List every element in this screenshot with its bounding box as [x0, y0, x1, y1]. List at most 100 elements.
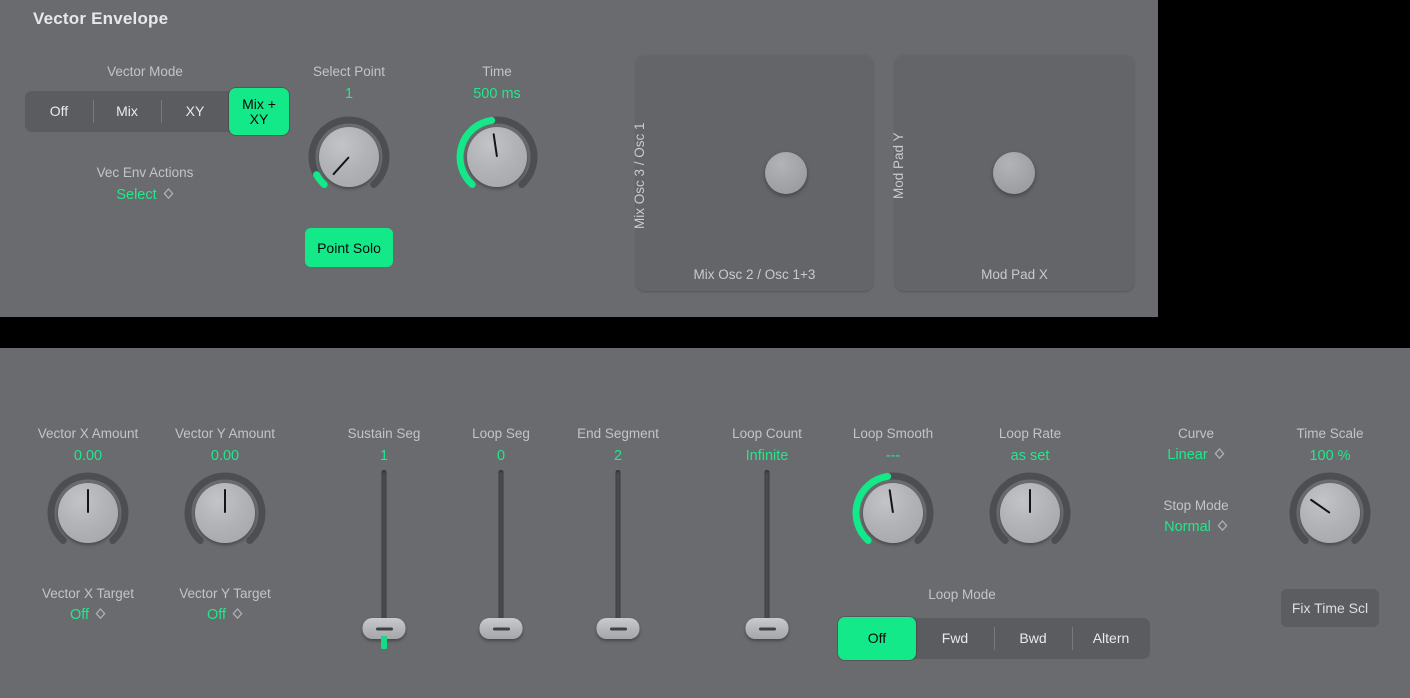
chevron-updown-icon [232, 608, 243, 623]
vec-env-actions-dropdown[interactable]: Select [116, 187, 173, 203]
knob-pointer [1029, 489, 1031, 513]
vector-mode-segmented-control[interactable]: Off Mix XY Mix + XY [25, 91, 289, 132]
vector-x-target-control: Vector X Target Off [18, 586, 158, 624]
vector-y-target-label: Vector Y Target [155, 586, 295, 601]
loop-smooth-label: Loop Smooth [833, 426, 953, 441]
loop-mode-segmented-control[interactable]: Off Fwd Bwd Altern [838, 618, 1150, 659]
vector-mode-control: Vector Mode [25, 64, 265, 79]
time-scale-knob[interactable] [1289, 472, 1371, 554]
vector-y-amount-value: 0.00 [155, 448, 295, 464]
mod-xy-pad-y-label: Mod Pad Y [891, 132, 906, 199]
loop-mode-option-bwd[interactable]: Bwd [994, 618, 1072, 659]
chevron-updown-icon [1217, 520, 1228, 535]
curve-control: Curve Linear [1136, 426, 1256, 464]
vector-y-target-value: Off [207, 607, 226, 623]
loop-seg-control: Loop Seg 0 [441, 426, 561, 464]
time-scale-value: 100 % [1270, 448, 1390, 464]
end-segment-slider-track[interactable] [616, 470, 621, 622]
loop-count-slider[interactable] [743, 470, 791, 650]
loop-mode-label: Loop Mode [872, 587, 1052, 602]
end-segment-slider-handle[interactable] [597, 618, 640, 639]
select-point-control: Select Point 1 [289, 64, 409, 102]
time-control: Time 500 ms [437, 64, 557, 102]
curve-value: Linear [1167, 447, 1207, 463]
loop-mode-option-altern[interactable]: Altern [1072, 618, 1150, 659]
vector-y-amount-label: Vector Y Amount [155, 426, 295, 441]
select-point-knob[interactable] [308, 116, 390, 198]
loop-count-label: Loop Count [707, 426, 827, 441]
stop-mode-label: Stop Mode [1136, 498, 1256, 513]
loop-mode-option-off[interactable]: Off [838, 617, 916, 660]
vector-x-target-dropdown[interactable]: Off [70, 607, 106, 623]
loop-smooth-knob[interactable] [852, 472, 934, 554]
end-segment-value: 2 [558, 448, 678, 464]
loop-seg-slider-track[interactable] [499, 470, 504, 622]
loop-seg-label: Loop Seg [441, 426, 561, 441]
loop-seg-slider[interactable] [477, 470, 525, 650]
loop-rate-label: Loop Rate [970, 426, 1090, 441]
chevron-updown-icon [95, 608, 106, 623]
curve-label: Curve [1136, 426, 1256, 441]
vector-mode-option-mix-xy[interactable]: Mix + XY [229, 88, 289, 135]
vector-mode-option-mix[interactable]: Mix [93, 91, 161, 132]
page-title: Vector Envelope [33, 9, 168, 29]
sustain-seg-label: Sustain Seg [324, 426, 444, 441]
time-label: Time [437, 64, 557, 79]
fix-time-scale-button[interactable]: Fix Time Scl [1281, 589, 1379, 627]
vector-mode-option-mix-xy-line2: XY [250, 111, 269, 127]
knob-pointer [224, 489, 226, 513]
knob-pointer [87, 489, 89, 513]
knob-cap [467, 127, 527, 187]
vector-envelope-top-panel: Vector Envelope Vector Mode Off Mix XY M… [0, 0, 1158, 317]
curve-dropdown[interactable]: Linear [1167, 447, 1224, 463]
loop-smooth-value: --- [833, 448, 953, 464]
loop-mode-control: Loop Mode [872, 587, 1052, 602]
loop-seg-value: 0 [441, 448, 561, 464]
vector-envelope-bottom-panel: Vector X Amount 0.00 Vector X Target Off… [0, 348, 1410, 698]
loop-mode-option-fwd[interactable]: Fwd [916, 618, 994, 659]
sustain-seg-slider-indicator [381, 636, 387, 649]
select-point-value: 1 [289, 86, 409, 102]
time-scale-label: Time Scale [1270, 426, 1390, 441]
end-segment-label: End Segment [558, 426, 678, 441]
vector-x-target-label: Vector X Target [18, 586, 158, 601]
chevron-updown-icon [163, 188, 174, 203]
vector-y-target-dropdown[interactable]: Off [207, 607, 243, 623]
mod-xy-pad[interactable]: Mod Pad Y Mod Pad X [895, 54, 1134, 291]
time-value: 500 ms [437, 86, 557, 102]
end-segment-slider[interactable] [594, 470, 642, 650]
time-knob[interactable] [456, 116, 538, 198]
loop-seg-slider-handle[interactable] [480, 618, 523, 639]
time-scale-control: Time Scale 100 % [1270, 426, 1390, 464]
vector-y-amount-control: Vector Y Amount 0.00 [155, 426, 295, 464]
knob-cap [863, 483, 923, 543]
loop-count-slider-handle[interactable] [746, 618, 789, 639]
vector-y-amount-knob[interactable] [184, 472, 266, 554]
loop-count-value: Infinite [707, 448, 827, 464]
loop-rate-control: Loop Rate as set [970, 426, 1090, 464]
mod-xy-pad-handle[interactable] [993, 152, 1035, 194]
stop-mode-value: Normal [1164, 519, 1211, 535]
sustain-seg-slider-track[interactable] [382, 470, 387, 622]
vector-mode-option-xy[interactable]: XY [161, 91, 229, 132]
mix-xy-pad[interactable]: Mix Osc 3 / Osc 1 Mix Osc 2 / Osc 1+3 [636, 54, 873, 291]
mix-xy-pad-x-label: Mix Osc 2 / Osc 1+3 [636, 267, 873, 282]
point-solo-button[interactable]: Point Solo [305, 228, 393, 267]
vector-mode-option-mix-xy-line1: Mix + [242, 96, 276, 112]
vector-mode-label: Vector Mode [25, 64, 265, 79]
vector-mode-option-off[interactable]: Off [25, 91, 93, 132]
vector-x-amount-knob[interactable] [47, 472, 129, 554]
sustain-seg-slider[interactable] [360, 470, 408, 650]
select-point-label: Select Point [289, 64, 409, 79]
stop-mode-dropdown[interactable]: Normal [1164, 519, 1228, 535]
sustain-seg-control: Sustain Seg 1 [324, 426, 444, 464]
vec-env-actions-control: Vec Env Actions Select [45, 165, 245, 204]
mix-xy-pad-handle[interactable] [765, 152, 807, 194]
loop-rate-knob[interactable] [989, 472, 1071, 554]
vector-x-target-value: Off [70, 607, 89, 623]
loop-count-slider-track[interactable] [765, 470, 770, 622]
stop-mode-control: Stop Mode Normal [1136, 498, 1256, 536]
vec-env-actions-label: Vec Env Actions [45, 165, 245, 180]
vector-x-amount-control: Vector X Amount 0.00 [18, 426, 158, 464]
mix-xy-pad-y-label: Mix Osc 3 / Osc 1 [632, 122, 647, 229]
